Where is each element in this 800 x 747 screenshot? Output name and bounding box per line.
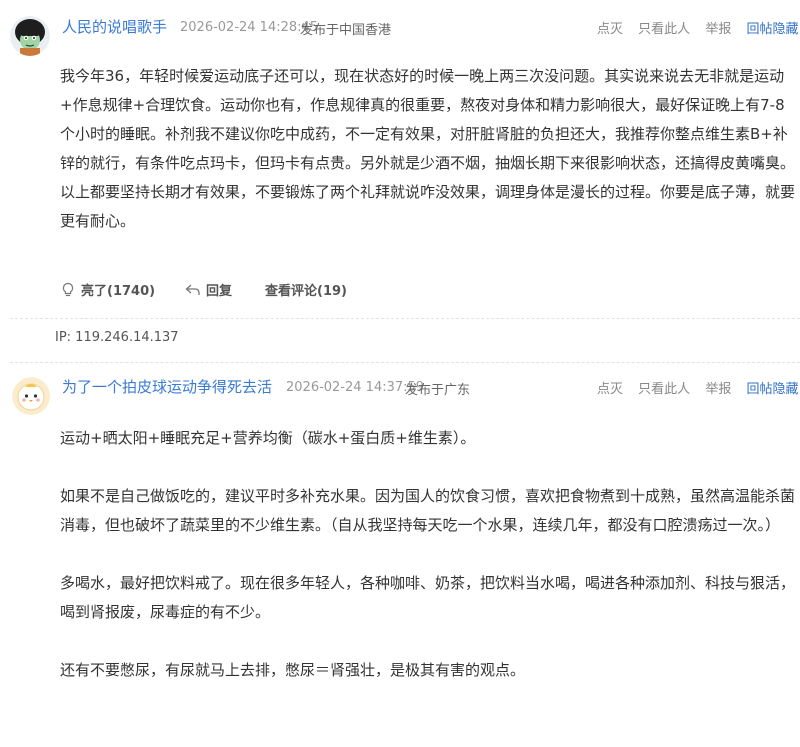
post-location: 发布于广东 [405, 383, 471, 398]
reply-label: 回复 [206, 284, 233, 299]
post-timestamp: 2026-02-24 14:37:59 [286, 380, 425, 395]
ip-address: IP: 119.246.14.137 [55, 330, 179, 345]
only-author-button[interactable]: 只看此人 [638, 22, 690, 37]
only-author-button[interactable]: 只看此人 [638, 382, 690, 397]
reply-thread: 人民的说唱歌手 2026-02-24 14:28:45 发布于中国香港 点灭 只… [0, 0, 800, 747]
post-header: 为了一个拍皮球运动争得死去活 2026-02-24 14:37:59 发布于广东… [0, 375, 800, 415]
view-comments-label: 查看评论(19) [265, 284, 347, 299]
dislike-button[interactable]: 点灭 [597, 382, 623, 397]
reply-post: 人民的说唱歌手 2026-02-24 14:28:45 发布于中国香港 点灭 只… [0, 14, 800, 354]
dashed-divider [10, 318, 800, 319]
user-avatar[interactable] [12, 377, 52, 417]
lightbulb-icon [62, 282, 74, 296]
post-actions: 点灭 只看此人 举报 回帖隐藏 下方 [597, 378, 800, 397]
post-separator [10, 362, 800, 363]
post-actions: 点灭 只看此人 举报 回帖隐藏 下 [597, 18, 800, 37]
reply-post: 为了一个拍皮球运动争得死去活 2026-02-24 14:37:59 发布于广东… [0, 375, 800, 747]
fold-reply-button[interactable]: 回帖隐藏 [746, 22, 798, 37]
post-paragraph: 我今年36，年轻时候爱运动底子还可以，现在状态好的时候一晚上两三次没问题。其实说… [60, 67, 796, 230]
fold-reply-button[interactable]: 回帖隐藏 [746, 382, 798, 397]
username-link[interactable]: 人民的说唱歌手 [62, 16, 167, 37]
view-comments-button[interactable]: 查看评论(19) [265, 280, 347, 299]
like-label: 亮了(1740) [81, 284, 156, 299]
like-button[interactable]: 亮了(1740) [60, 280, 155, 299]
avatar-chick-icon [12, 377, 50, 415]
reply-arrow-icon [185, 284, 200, 295]
user-avatar[interactable] [10, 16, 50, 56]
post-location: 发布于中国香港 [300, 23, 392, 38]
post-paragraph: 如果不是自己做饭吃的，建议平时多补充水果。因为国人的饮食习惯，喜欢把食物煮到十成… [60, 487, 796, 534]
post-paragraph: 还有不要憋尿，有尿就马上去排，憋尿＝肾强壮，是极其有害的观点。 [60, 661, 526, 679]
post-content: 运动+晒太阳+睡眠充足+营养均衡（碳水+蛋白质+维生素）。 如果不是自己做饭吃的… [60, 424, 795, 685]
report-button[interactable]: 举报 [705, 22, 731, 37]
reply-button[interactable]: 回复 [185, 280, 232, 299]
post-paragraph: 多喝水，最好把饮料戒了。现在很多年轻人，各种咖啡、奶茶，把饮料当水喝，喝进各种添… [60, 574, 796, 621]
post-content: 我今年36，年轻时候爱运动底子还可以，现在状态好的时候一晚上两三次没问题。其实说… [60, 62, 795, 236]
post-paragraph: 运动+晒太阳+睡眠充足+营养均衡（碳水+蛋白质+维生素）。 [60, 429, 476, 447]
dislike-button[interactable]: 点灭 [597, 22, 623, 37]
avatar-cartoon-icon [10, 16, 50, 56]
username-link[interactable]: 为了一个拍皮球运动争得死去活 [62, 376, 272, 397]
post-header: 人民的说唱歌手 2026-02-24 14:28:45 发布于中国香港 点灭 只… [0, 14, 800, 56]
post-timestamp: 2026-02-24 14:28:45 [180, 20, 319, 35]
report-button[interactable]: 举报 [705, 382, 731, 397]
